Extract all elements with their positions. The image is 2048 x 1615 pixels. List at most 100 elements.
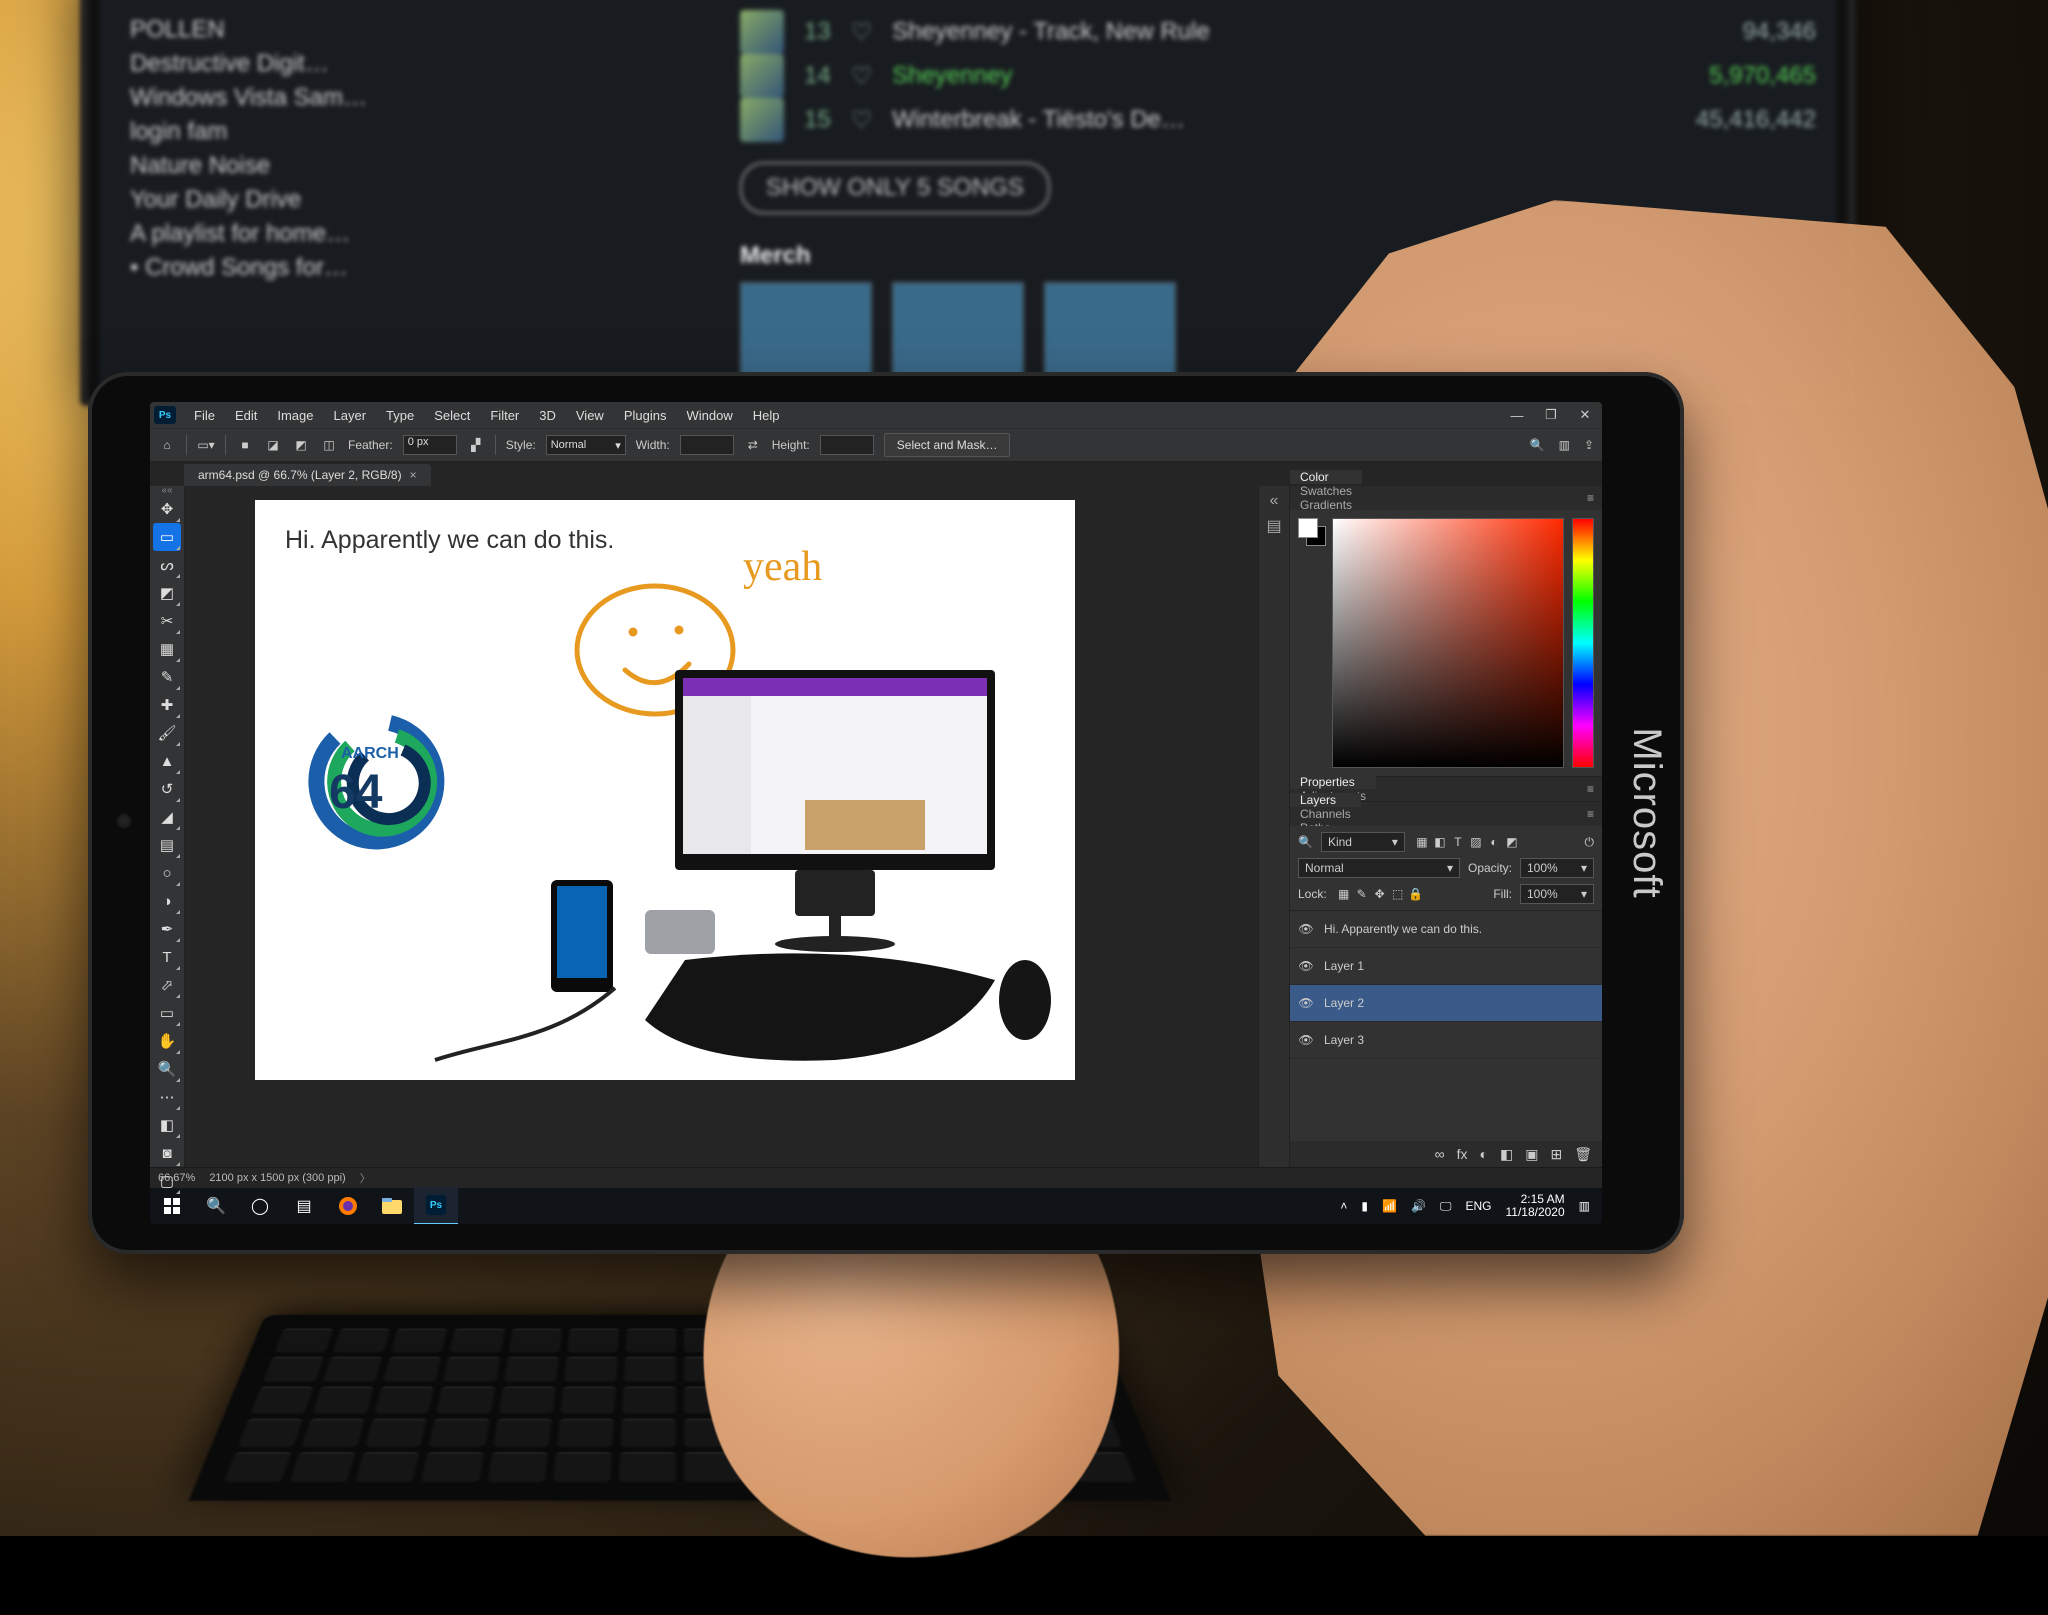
photoshop-taskbar-icon[interactable]: Ps	[414, 1187, 458, 1224]
sel-new-icon[interactable]: ■	[236, 436, 254, 454]
explorer-taskbar-icon[interactable]	[370, 1188, 414, 1224]
task-view-button[interactable]: ▤	[282, 1188, 326, 1224]
firefox-taskbar-icon[interactable]	[326, 1188, 370, 1224]
menu-select[interactable]: Select	[424, 408, 480, 423]
battery-icon[interactable]: ▮	[1361, 1199, 1368, 1213]
tools-grip-icon[interactable]: ««	[156, 488, 178, 493]
volume-icon[interactable]: 🔊	[1411, 1199, 1426, 1213]
color-panel[interactable]	[1290, 510, 1602, 776]
panel-menu-icon[interactable]: ≡	[1579, 807, 1602, 821]
tab-swatches[interactable]: Swatches	[1290, 484, 1362, 498]
tray-up-icon[interactable]: ˄	[1340, 1199, 1347, 1213]
layer-row[interactable]: 👁Layer 1	[1290, 948, 1602, 985]
eraser-tool[interactable]: ◢	[153, 803, 181, 831]
layer-list[interactable]: 👁THi. Apparently we can do this.👁Layer 1…	[1290, 911, 1602, 1141]
sel-add-icon[interactable]: ◪	[264, 436, 282, 454]
lock-icons[interactable]: ▦✎✥⬚🔒	[1335, 887, 1425, 901]
shape-tool[interactable]: ▭	[153, 999, 181, 1027]
screenmode-tool[interactable]: ▢	[153, 1167, 181, 1195]
select-and-mask-button[interactable]: Select and Mask…	[884, 433, 1011, 457]
menu-image[interactable]: Image	[267, 408, 323, 423]
wifi-icon[interactable]: 📶	[1382, 1199, 1397, 1213]
marquee-preset-icon[interactable]: ▭▾	[197, 436, 215, 454]
frame-tool[interactable]: ▦	[153, 635, 181, 663]
status-more-icon[interactable]: 〉	[360, 1170, 371, 1186]
fg-bg-swatch[interactable]	[1298, 518, 1324, 768]
workspace-icon[interactable]: ▥	[1559, 438, 1570, 452]
window-minimize-button[interactable]: —	[1500, 402, 1534, 428]
layer-row[interactable]: 👁THi. Apparently we can do this.	[1290, 911, 1602, 948]
feather-input[interactable]: 0 px	[403, 435, 457, 455]
stamp-tool[interactable]: ▲	[153, 747, 181, 775]
zoom-tool[interactable]: 🔍	[153, 1055, 181, 1083]
quickmask-tool[interactable]: ◙	[153, 1139, 181, 1167]
close-tab-icon[interactable]: ×	[410, 468, 417, 482]
layer-filter-select[interactable]: Kind▾	[1321, 832, 1405, 852]
opacity-input[interactable]: 100%▾	[1520, 858, 1594, 878]
window-close-button[interactable]: ✕	[1568, 402, 1602, 428]
type-tool[interactable]: T	[153, 943, 181, 971]
dodge-tool[interactable]: ◑	[153, 887, 181, 915]
tab-channels[interactable]: Channels	[1290, 807, 1361, 821]
dock-panel-icon[interactable]: ▤	[1266, 516, 1281, 536]
clock[interactable]: 2:15 AM 11/18/2020	[1505, 1193, 1564, 1219]
blend-mode-select[interactable]: Normal▾	[1298, 858, 1460, 878]
object-select-tool[interactable]: ◩	[153, 579, 181, 607]
layer-action-icon-1[interactable]: fx	[1457, 1146, 1468, 1162]
menu-filter[interactable]: Filter	[480, 408, 529, 423]
menu-file[interactable]: File	[184, 408, 225, 423]
menu-help[interactable]: Help	[743, 408, 790, 423]
layer-filter-icons[interactable]: ▦◧T▨◐◩	[1413, 835, 1521, 849]
pen-tool[interactable]: ✒	[153, 915, 181, 943]
window-restore-button[interactable]: ❐	[1534, 402, 1568, 428]
heal-tool[interactable]: ✚	[153, 691, 181, 719]
menu-layer[interactable]: Layer	[324, 408, 377, 423]
history-brush-tool[interactable]: ↺	[153, 775, 181, 803]
antialias-icon[interactable]: ▞	[467, 436, 485, 454]
filter-toggle-icon[interactable]: ⏻	[1585, 835, 1595, 850]
layer-action-icon-3[interactable]: ◧	[1500, 1146, 1513, 1163]
tab-color[interactable]: Color	[1290, 470, 1362, 484]
move-tool[interactable]: ✥	[153, 495, 181, 523]
lasso-tool[interactable]: ᔕ	[153, 551, 181, 579]
hand-tool[interactable]: ✋	[153, 1027, 181, 1055]
width-input[interactable]	[680, 435, 734, 455]
panel-menu-icon[interactable]: ≡	[1579, 491, 1602, 505]
layer-action-icon-6[interactable]: 🗑	[1574, 1146, 1592, 1163]
tab-layers[interactable]: Layers	[1290, 793, 1361, 807]
search-icon[interactable]: 🔍	[1530, 438, 1545, 452]
blur-tool[interactable]: ○	[153, 859, 181, 887]
sel-sub-icon[interactable]: ◩	[292, 436, 310, 454]
color-field[interactable]	[1332, 518, 1564, 768]
menu-view[interactable]: View	[566, 408, 614, 423]
eyedropper-tool[interactable]: ✎	[153, 663, 181, 691]
path-select-tool[interactable]: ⬀	[153, 971, 181, 999]
height-input[interactable]	[820, 435, 874, 455]
fill-input[interactable]: 100%▾	[1520, 884, 1594, 904]
style-select[interactable]: Normal▾	[546, 435, 626, 455]
menu-edit[interactable]: Edit	[225, 408, 267, 423]
menu-plugins[interactable]: Plugins	[614, 408, 677, 423]
layer-action-icon-5[interactable]: ⊞	[1550, 1146, 1562, 1163]
cortana-button[interactable]: ◯	[238, 1188, 282, 1224]
layer-row[interactable]: 👁Layer 2	[1290, 985, 1602, 1022]
home-icon[interactable]: ⌂	[158, 436, 176, 454]
marquee-tool[interactable]: ▭	[153, 523, 181, 551]
document-canvas[interactable]: Hi. Apparently we can do this. yeah	[255, 500, 1075, 1080]
search-icon[interactable]: 🔍	[1298, 835, 1313, 849]
visibility-icon[interactable]: 👁	[1298, 922, 1314, 936]
language-indicator[interactable]: ENG	[1465, 1199, 1491, 1213]
display-icon[interactable]: 🖵	[1440, 1199, 1452, 1214]
layer-action-icon-0[interactable]: ∞	[1435, 1146, 1445, 1162]
menu-window[interactable]: Window	[676, 408, 742, 423]
edit-toolbar[interactable]: ⋯	[153, 1083, 181, 1111]
hue-slider[interactable]	[1572, 518, 1594, 768]
sel-intersect-icon[interactable]: ◫	[320, 436, 338, 454]
swap-wh-icon[interactable]: ⇄	[744, 436, 762, 454]
layer-action-icon-4[interactable]: ▣	[1525, 1146, 1538, 1163]
canvas-area[interactable]: Hi. Apparently we can do this. yeah	[185, 486, 1258, 1167]
document-tab[interactable]: arm64.psd @ 66.7% (Layer 2, RGB/8) ×	[184, 464, 431, 486]
action-center-icon[interactable]: ▥	[1579, 1199, 1590, 1213]
layer-action-icon-2[interactable]: ◐	[1480, 1146, 1488, 1162]
panel-menu-icon[interactable]: ≡	[1579, 782, 1602, 796]
